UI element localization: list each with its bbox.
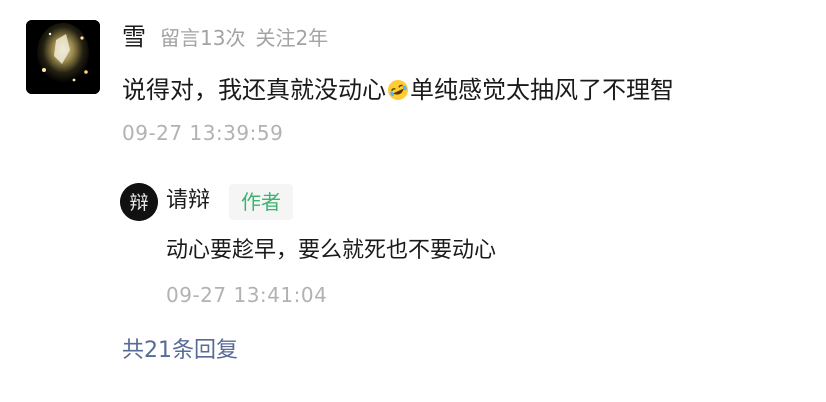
- reply-text: 动心要趁早，要么就死也不要动心: [166, 238, 497, 263]
- comment-text-part1: 说得对，我还真就没动心: [122, 76, 386, 104]
- reply-author-name[interactable]: 请辩: [166, 184, 210, 218]
- comment-text: 说得对，我还真就没动心 单纯感觉太抽风了不理智: [122, 70, 674, 110]
- message-count: 留言13次: [160, 26, 246, 50]
- view-all-replies-link[interactable]: 共21条回复: [122, 333, 238, 369]
- comment-timestamp: 09-27 13:39:59: [122, 121, 284, 145]
- author-badge: 作者: [229, 184, 293, 220]
- rolling-on-floor-laughing-icon: [387, 79, 409, 101]
- avatar-image: [26, 20, 100, 94]
- author-avatar-icon: 辩: [120, 183, 158, 221]
- reply-avatar[interactable]: 辩: [120, 183, 158, 221]
- svg-text:辩: 辩: [129, 192, 148, 214]
- commenter-avatar[interactable]: [26, 20, 100, 94]
- comment-text-part2: 单纯感觉太抽风了不理智: [410, 76, 674, 104]
- follow-duration: 关注2年: [255, 26, 329, 50]
- commenter-meta: 留言13次 关注2年: [160, 22, 328, 54]
- commenter-name[interactable]: 雪: [122, 20, 146, 54]
- reply-timestamp: 09-27 13:41:04: [166, 283, 328, 307]
